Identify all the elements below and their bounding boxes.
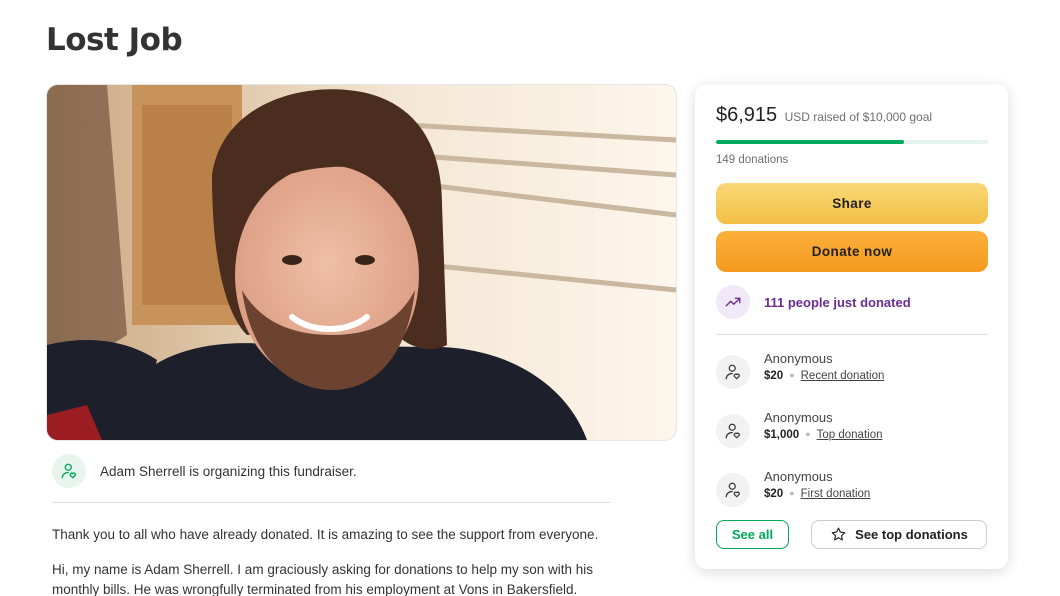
donation-kind-link[interactable]: Top donation (817, 429, 883, 441)
separator-dot: ● (789, 488, 795, 498)
share-button[interactable]: Share (716, 183, 988, 224)
divider (716, 334, 988, 335)
see-top-donations-label: See top donations (855, 527, 968, 542)
goal-text: USD raised of $10,000 goal (784, 110, 933, 124)
donation-amount: $20 (764, 488, 784, 500)
story-paragraph: Hi, my name is Adam Sherrell. I am graci… (52, 562, 593, 596)
donation-kind-link[interactable]: Recent donation (801, 370, 885, 382)
see-top-donations-button[interactable]: See top donations (811, 520, 987, 549)
separator-dot: ● (805, 429, 811, 439)
see-all-button[interactable]: See all (716, 520, 789, 549)
donor-name: Anonymous (764, 469, 833, 484)
progress-bar (716, 140, 988, 144)
donor-hand-heart-icon (716, 355, 750, 389)
donor-name: Anonymous (764, 410, 833, 425)
donation-amount: $20 (764, 370, 784, 382)
organizer-row: Adam Sherrell is organizing this fundrai… (52, 454, 357, 488)
donate-now-button[interactable]: Donate now (716, 231, 988, 272)
trend-text: 111 people just donated (764, 294, 911, 310)
fundraiser-page: Lost Job Adam Sherrell is organizing thi… (0, 0, 1060, 596)
progress-fill (716, 140, 905, 144)
star-icon (831, 527, 846, 541)
donor-details: Anonymous $20 ● Recent donation (764, 350, 884, 382)
donor-name: Anonymous (764, 351, 833, 366)
donation-count: 149 donations (716, 154, 789, 166)
donor-details: Anonymous $1,000 ● Top donation (764, 409, 883, 441)
recent-donations-trend: 111 people just donated (716, 285, 911, 319)
donor-meta: $20 ● Recent donation (764, 370, 884, 382)
donation-item: Anonymous $20 ● Recent donation (716, 350, 884, 389)
donor-meta: $20 ● First donation (764, 488, 870, 500)
organizer-text: Adam Sherrell is organizing this fundrai… (100, 463, 357, 479)
campaign-photo-graphic (47, 85, 676, 440)
page-title: Lost Job (46, 22, 183, 58)
person-heart-icon (52, 454, 86, 488)
donor-details: Anonymous $20 ● First donation (764, 468, 870, 500)
raised-amount: $6,915 (716, 104, 778, 126)
campaign-story: Thank you to all who have already donate… (52, 525, 622, 596)
donor-hand-heart-icon (716, 414, 750, 448)
raised-summary: $6,915 USD raised of $10,000 goal (716, 104, 932, 127)
donation-amount: $1,000 (764, 429, 800, 441)
divider (52, 502, 610, 503)
donor-hand-heart-icon (716, 473, 750, 507)
donation-kind-link[interactable]: First donation (801, 488, 871, 500)
donation-item: Anonymous $1,000 ● Top donation (716, 409, 883, 448)
donation-card: $6,915 USD raised of $10,000 goal 149 do… (695, 84, 1008, 569)
donor-meta: $1,000 ● Top donation (764, 429, 883, 441)
trending-up-icon (716, 285, 750, 319)
separator-dot: ● (789, 370, 795, 380)
donation-item: Anonymous $20 ● First donation (716, 468, 870, 507)
story-paragraph: Thank you to all who have already donate… (52, 527, 599, 542)
campaign-photo[interactable] (46, 84, 677, 441)
